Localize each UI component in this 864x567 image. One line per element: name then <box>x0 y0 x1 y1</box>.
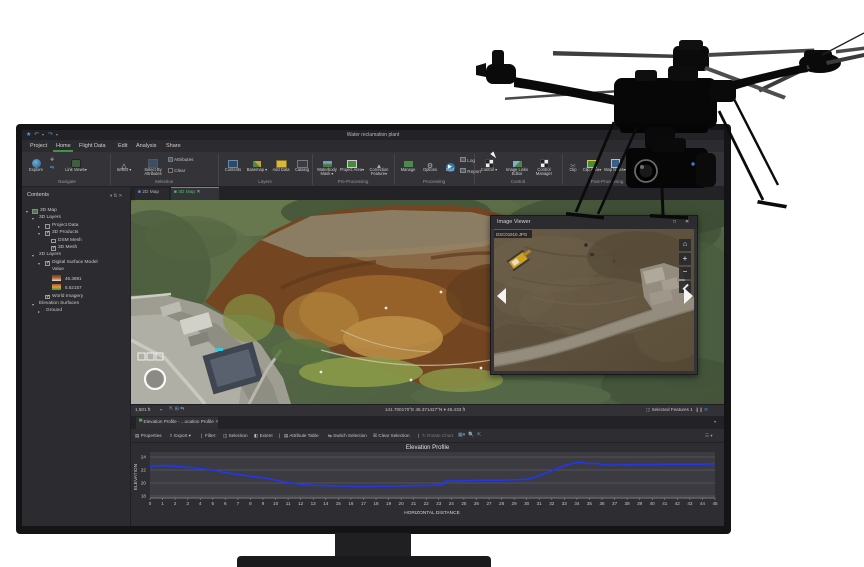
svg-text:26: 26 <box>474 501 480 506</box>
svg-text:24: 24 <box>449 501 455 506</box>
svg-text:20: 20 <box>141 481 147 486</box>
svg-text:17: 17 <box>361 501 367 506</box>
svg-text:44: 44 <box>700 501 706 506</box>
svg-text:ELEVATION: ELEVATION <box>133 463 139 490</box>
svg-text:1: 1 <box>161 501 164 506</box>
svg-text:31: 31 <box>537 501 543 506</box>
svg-text:36: 36 <box>599 501 605 506</box>
svg-text:22: 22 <box>424 501 430 506</box>
svg-text:14: 14 <box>323 501 329 506</box>
svg-text:20: 20 <box>399 501 405 506</box>
svg-text:HORIZONTAL DISTANCE: HORIZONTAL DISTANCE <box>404 510 460 516</box>
svg-text:2: 2 <box>174 501 177 506</box>
svg-text:10: 10 <box>273 501 279 506</box>
svg-text:0: 0 <box>149 501 152 506</box>
svg-text:37: 37 <box>612 501 618 506</box>
svg-text:27: 27 <box>486 501 492 506</box>
svg-text:22: 22 <box>141 468 147 473</box>
svg-text:24: 24 <box>141 455 147 460</box>
svg-text:18: 18 <box>141 494 147 499</box>
svg-text:32: 32 <box>549 501 555 506</box>
svg-text:4: 4 <box>199 501 202 506</box>
svg-text:35: 35 <box>587 501 593 506</box>
svg-text:30: 30 <box>524 501 530 506</box>
svg-text:9: 9 <box>262 501 265 506</box>
svg-text:11: 11 <box>286 501 291 506</box>
svg-text:5: 5 <box>212 501 215 506</box>
svg-text:43: 43 <box>687 501 693 506</box>
svg-text:3: 3 <box>186 501 189 506</box>
svg-text:33: 33 <box>562 501 568 506</box>
svg-text:39: 39 <box>637 501 643 506</box>
svg-text:13: 13 <box>311 501 317 506</box>
svg-text:28: 28 <box>499 501 505 506</box>
svg-text:12: 12 <box>298 501 304 506</box>
svg-text:6: 6 <box>224 501 227 506</box>
svg-text:21: 21 <box>411 501 417 506</box>
svg-text:45: 45 <box>712 501 718 506</box>
svg-text:23: 23 <box>436 501 442 506</box>
svg-text:25: 25 <box>461 501 467 506</box>
svg-text:41: 41 <box>662 501 668 506</box>
svg-text:16: 16 <box>348 501 354 506</box>
svg-text:19: 19 <box>386 501 392 506</box>
svg-text:18: 18 <box>373 501 379 506</box>
svg-text:29: 29 <box>512 501 518 506</box>
svg-text:40: 40 <box>650 501 656 506</box>
svg-text:42: 42 <box>675 501 681 506</box>
svg-text:8: 8 <box>249 501 252 506</box>
svg-text:15: 15 <box>336 501 342 506</box>
svg-text:34: 34 <box>574 501 580 506</box>
svg-text:7: 7 <box>237 501 240 506</box>
svg-text:38: 38 <box>625 501 631 506</box>
